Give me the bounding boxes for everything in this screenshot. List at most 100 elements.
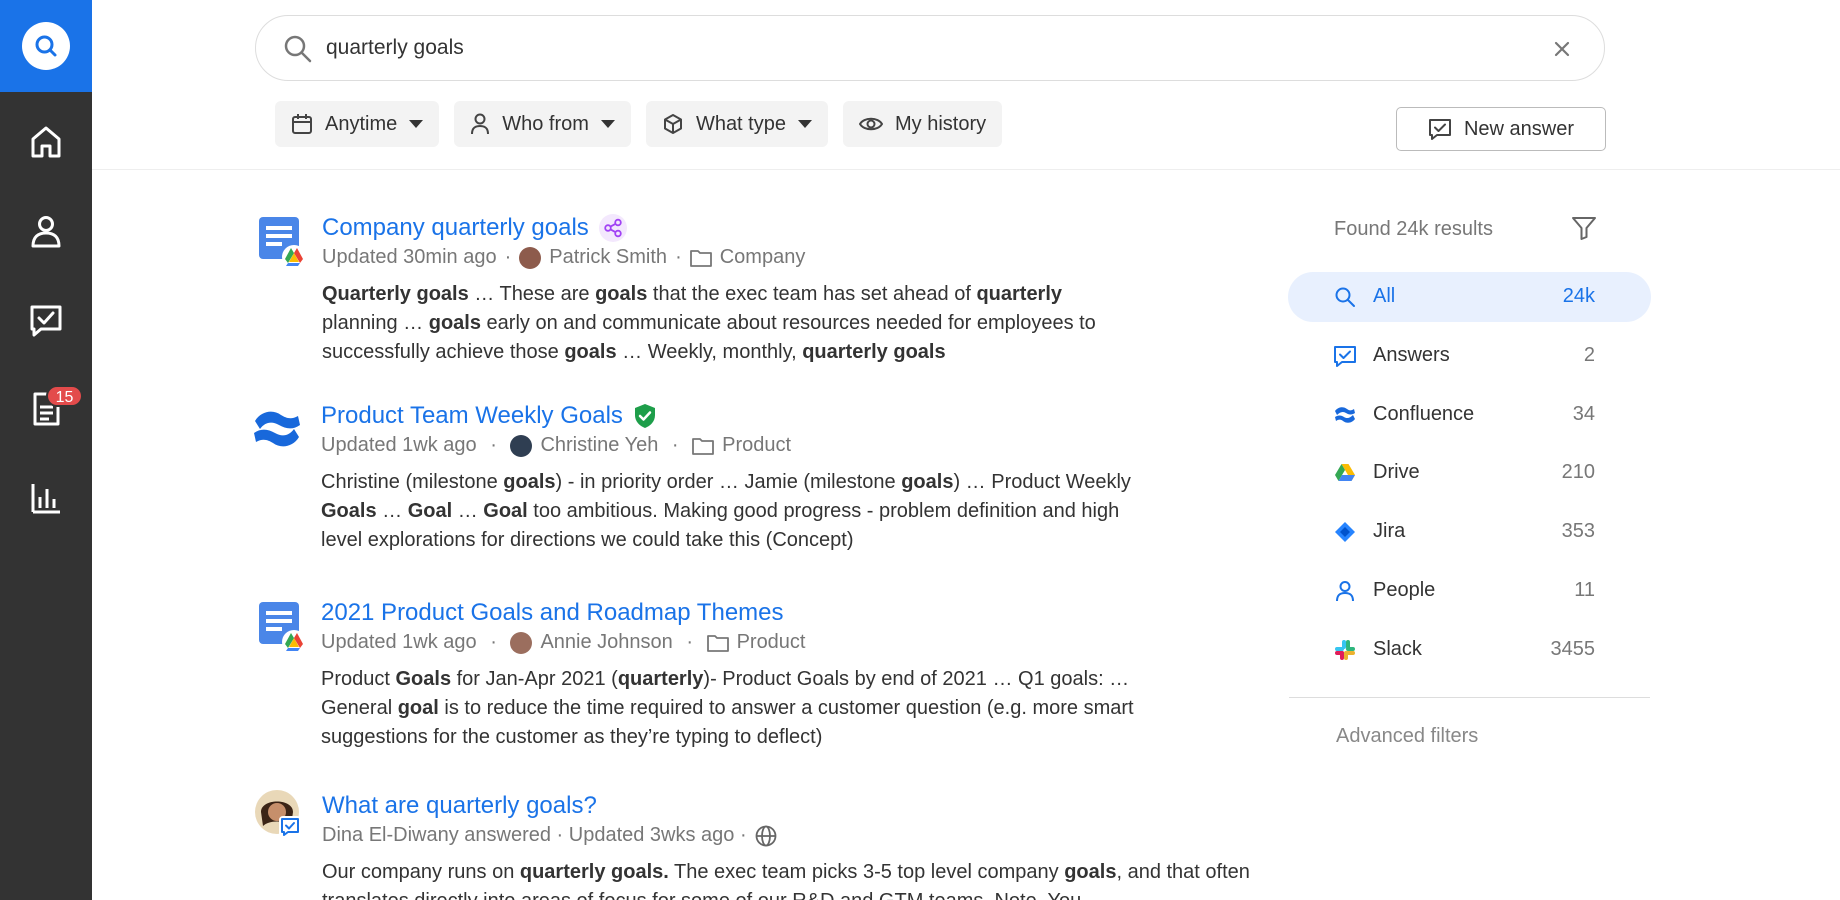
folder-icon xyxy=(706,634,729,652)
cube-icon xyxy=(663,114,682,134)
facet-count: 2 xyxy=(1583,344,1595,366)
logo-search-icon xyxy=(22,22,70,70)
clear-search-icon[interactable] xyxy=(1550,37,1574,61)
facet-people[interactable]: People 11 xyxy=(1288,566,1651,616)
result-snippet: Our company runs on quarterly goals. The… xyxy=(322,861,1250,900)
result-title-link[interactable]: Product Team Weekly Goals xyxy=(321,402,657,430)
facet-answers[interactable]: Answers 2 xyxy=(1288,331,1651,381)
confluence-icon xyxy=(254,411,300,447)
nav-people[interactable] xyxy=(0,199,92,263)
person-icon xyxy=(31,216,61,248)
facet-name: Slack xyxy=(1373,638,1422,660)
result-title-link[interactable]: Company quarterly goals xyxy=(322,214,627,242)
nav-insights[interactable] xyxy=(0,466,92,530)
result-title: Product Team Weekly Goals xyxy=(321,402,623,429)
search-header: Anytime Who from What type My history Ne… xyxy=(92,0,1840,170)
search-icon xyxy=(1335,287,1355,307)
result-folder[interactable]: Company xyxy=(720,246,806,269)
facet-count: 353 xyxy=(1561,520,1595,542)
result-title: 2021 Product Goals and Roadmap Themes xyxy=(321,599,784,626)
filter-my-history-label: My history xyxy=(894,112,987,135)
folder-icon xyxy=(692,437,715,455)
result-updated: Updated 1wk ago xyxy=(321,631,477,653)
result-snippet: Quarterly goals … These are goals that t… xyxy=(322,283,1096,363)
result-meta-text: Dina El-Diwany answered · Updated 3wks a… xyxy=(322,824,747,846)
result-folder[interactable]: Product xyxy=(737,631,806,654)
panel-divider xyxy=(1289,697,1650,698)
caret-down-icon xyxy=(409,120,424,128)
app-logo[interactable] xyxy=(0,0,92,92)
slack-icon xyxy=(1335,640,1355,660)
filter-chips: Anytime Who from What type My history xyxy=(275,101,1003,147)
result-title: Company quarterly goals xyxy=(322,214,589,241)
avatar xyxy=(519,246,542,269)
filter-what-type[interactable]: What type xyxy=(645,101,828,147)
facet-name: Confluence xyxy=(1373,403,1475,425)
eye-icon xyxy=(858,117,883,131)
new-answer-button[interactable]: New answer xyxy=(1396,107,1606,151)
globe-icon xyxy=(755,825,777,846)
result-updated: Updated 1wk ago xyxy=(321,434,477,456)
result-title-link[interactable]: 2021 Product Goals and Roadmap Themes xyxy=(321,599,784,627)
facet-slack[interactable]: Slack 3455 xyxy=(1288,625,1651,675)
facet-name: Answers xyxy=(1373,344,1450,366)
filter-anytime-label: Anytime xyxy=(325,112,398,135)
search-input[interactable] xyxy=(326,30,1506,66)
filter-anytime[interactable]: Anytime xyxy=(275,101,440,147)
notification-badge: 15 xyxy=(46,385,83,407)
google-docs-drive-icon xyxy=(259,602,303,652)
nav-home[interactable] xyxy=(0,110,92,174)
result-meta: Dina El-Diwany answered · Updated 3wks a… xyxy=(322,824,777,847)
caret-down-icon xyxy=(600,120,615,128)
search-icon xyxy=(284,35,312,63)
result-title-link[interactable]: What are quarterly goals? xyxy=(322,792,597,820)
result-meta: Updated 1wk ago · Christine Yeh · Produc… xyxy=(321,434,792,457)
facet-name: Drive xyxy=(1373,461,1420,483)
google-docs-drive-icon xyxy=(259,217,303,267)
avatar xyxy=(510,631,533,654)
filter-my-history[interactable]: My history xyxy=(842,101,1003,147)
calendar-icon xyxy=(292,114,312,134)
person-icon xyxy=(471,113,490,135)
facet-drive[interactable]: Drive 210 xyxy=(1288,448,1651,498)
nav-documents[interactable]: 15 xyxy=(0,377,92,441)
facet-count: 210 xyxy=(1561,461,1595,483)
result-author[interactable]: Patrick Smith xyxy=(549,246,667,269)
filter-who-from-label: Who from xyxy=(502,112,589,135)
jira-icon xyxy=(1335,522,1355,542)
facet-name: Jira xyxy=(1373,520,1406,542)
app: 15 Anytime Who from What ty xyxy=(0,0,1840,900)
advanced-filters-link[interactable]: Advanced filters xyxy=(1336,725,1478,748)
facet-count: 3455 xyxy=(1550,638,1596,660)
result-author[interactable]: Annie Johnson xyxy=(540,631,672,654)
caret-down-icon xyxy=(797,120,812,128)
new-answer-label: New answer xyxy=(1463,117,1575,140)
facet-name: People xyxy=(1373,579,1436,601)
facet-count: 11 xyxy=(1574,579,1595,601)
facet-count: 24k xyxy=(1562,285,1595,307)
filter-funnel-icon[interactable] xyxy=(1570,214,1598,242)
nav-answers[interactable] xyxy=(0,288,92,352)
left-nav-rail: 15 xyxy=(0,0,92,900)
result-folder[interactable]: Product xyxy=(722,434,791,457)
filter-what-type-label: What type xyxy=(695,112,786,135)
search-bar xyxy=(255,15,1605,81)
answers-icon xyxy=(30,305,62,337)
confluence-icon xyxy=(1335,407,1355,423)
result-meta: Updated 30min ago · Patrick Smith · Compan… xyxy=(322,246,806,269)
facet-all[interactable]: All 24k xyxy=(1288,272,1651,322)
facet-jira[interactable]: Jira 353 xyxy=(1288,507,1651,557)
results-count: Found 24k results xyxy=(1334,218,1493,240)
result-author[interactable]: Christine Yeh xyxy=(540,434,658,457)
drive-icon xyxy=(1335,464,1355,481)
person-icon xyxy=(1336,581,1354,602)
result-title: What are quarterly goals? xyxy=(322,792,597,819)
facet-count: 34 xyxy=(1572,403,1595,425)
result-meta: Updated 1wk ago · Annie Johnson · Produc… xyxy=(321,631,806,654)
answers-icon xyxy=(1428,119,1451,140)
filter-who-from[interactable]: Who from xyxy=(454,101,631,147)
facet-confluence[interactable]: Confluence 34 xyxy=(1288,390,1651,440)
bar-chart-icon xyxy=(31,484,60,514)
share-icon xyxy=(598,214,627,242)
facet-name: All xyxy=(1373,285,1396,307)
